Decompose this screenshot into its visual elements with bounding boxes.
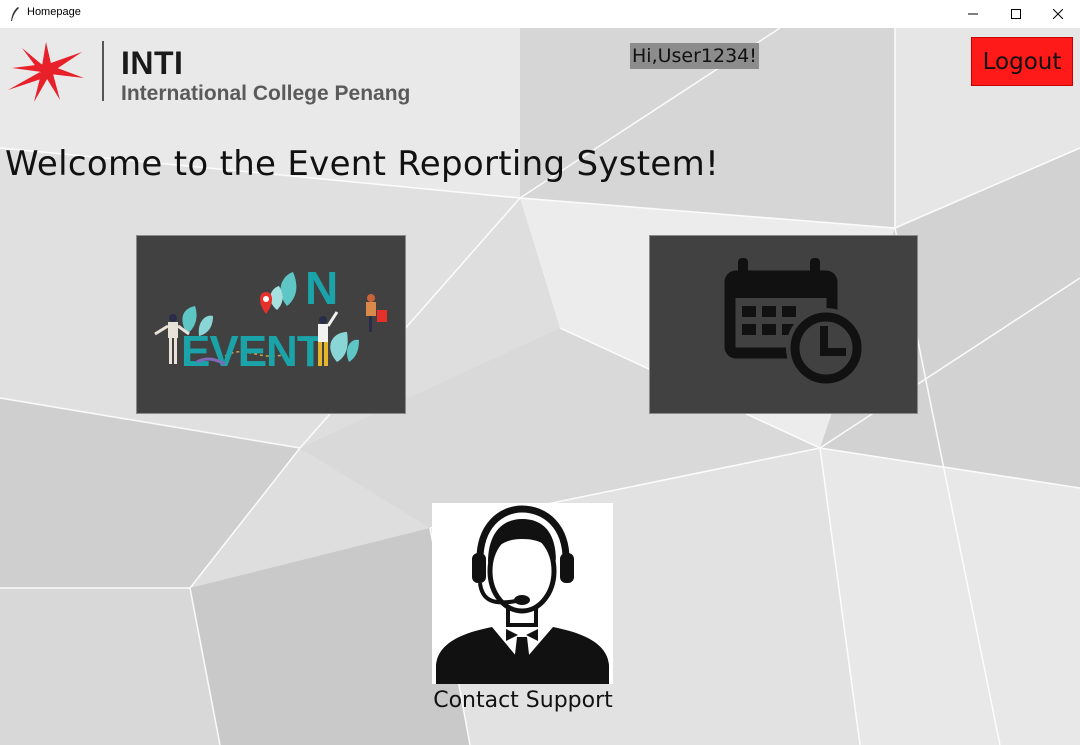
calendar-clock-icon [724,258,866,388]
close-button[interactable] [1035,0,1080,28]
calendar-tile-button[interactable] [649,235,918,414]
svg-text:N: N [305,262,338,314]
contact-support-button[interactable] [432,503,613,684]
headset-agent-icon [436,505,609,684]
event-tile-button[interactable]: N EVENT [136,235,406,414]
close-icon [1053,9,1063,19]
user-greeting: Hi,User1234! [630,43,759,69]
minimize-button[interactable] [950,0,996,28]
inti-starburst-icon [8,42,84,102]
event-word: EVENT [181,327,324,376]
window-content: INTI International College Penang Hi,Use… [0,28,1080,745]
contact-support-label: Contact Support [433,688,613,713]
event-illustration-icon: N EVENT [154,262,387,376]
page-title: Welcome to the Event Reporting System! [5,144,719,184]
logo-divider [102,41,104,101]
logo-subtitle: International College Penang [121,82,411,105]
maximize-button[interactable] [993,0,1039,28]
window-titlebar: Homepage [0,0,1080,29]
inti-logo: INTI International College Penang [4,38,454,108]
logo-brand-text: INTI [121,45,184,81]
window-title: Homepage [27,6,81,18]
minimize-icon [968,13,978,15]
feather-app-icon [11,7,19,21]
maximize-icon [1011,9,1021,19]
logout-button[interactable]: Logout [971,37,1073,86]
